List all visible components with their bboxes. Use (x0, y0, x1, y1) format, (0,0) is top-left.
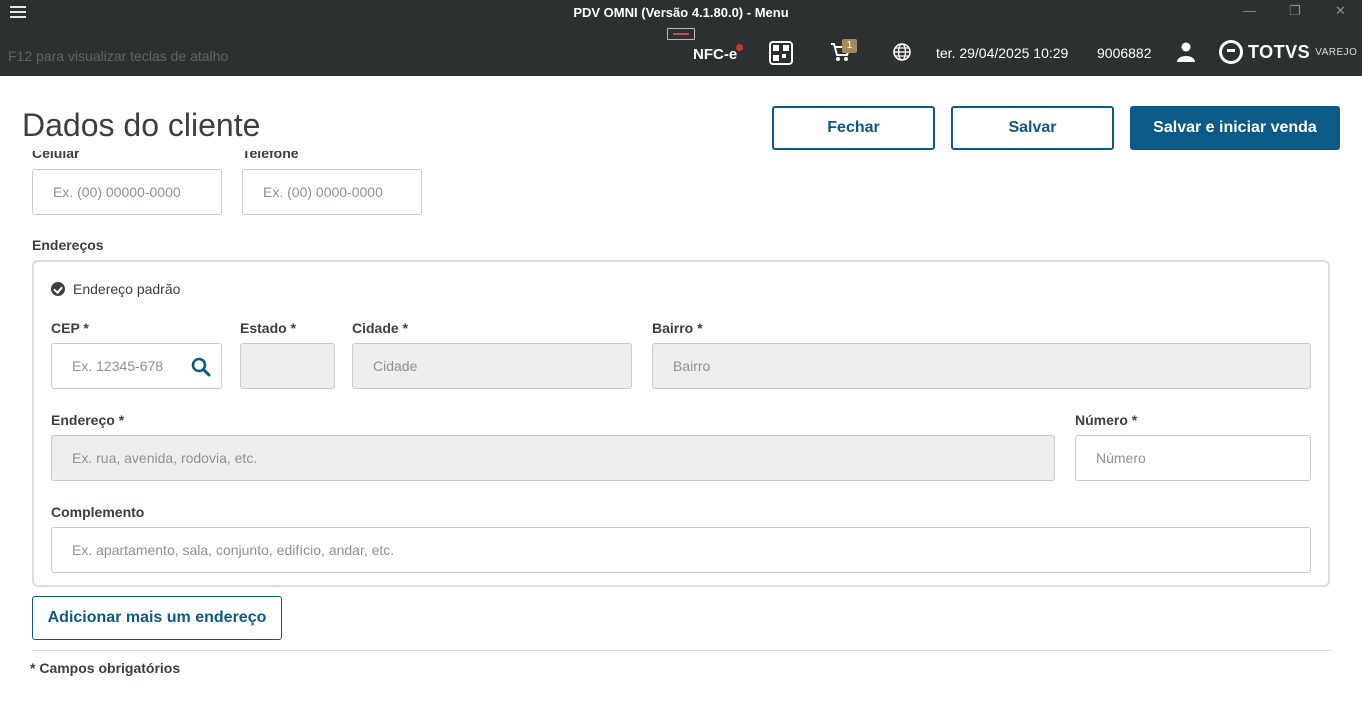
save-and-start-sale-button[interactable]: Salvar e iniciar venda (1130, 106, 1340, 150)
user-id: 9006882 (1097, 45, 1152, 61)
number-input[interactable]: Número (1075, 435, 1311, 481)
street-input[interactable]: Ex. rua, avenida, rodovia, etc. (51, 435, 1055, 481)
shortcut-hint: F12 para visualizar teclas de atalho (8, 48, 229, 64)
cep-label: CEP * (51, 320, 89, 336)
page-title: Dados do cliente (22, 107, 261, 143)
default-address-label: Endereço padrão (73, 281, 181, 297)
nfce-indicator[interactable]: NFC-e (693, 46, 737, 63)
street-label: Endereço * (51, 412, 125, 428)
user-icon[interactable] (1177, 42, 1195, 62)
maximize-button[interactable]: ❐ (1289, 3, 1301, 19)
save-button[interactable]: Salvar (951, 106, 1114, 150)
phone-label: Telefone (242, 145, 299, 161)
check-circle-icon (51, 282, 65, 296)
qr-code-icon[interactable] (769, 41, 793, 65)
nfce-status-dot (736, 44, 743, 51)
state-select[interactable] (240, 343, 335, 389)
add-address-button[interactable]: Adicionar mais um endereço (32, 596, 282, 640)
totvs-logo-icon (1219, 40, 1243, 64)
cart-count-badge: 1 (842, 39, 857, 53)
logo-subtext: VAREJO (1315, 46, 1358, 58)
search-icon[interactable] (191, 357, 211, 377)
minimize-button[interactable]: — (1243, 3, 1256, 18)
mobile-input[interactable]: Ex. (00) 00000-0000 (32, 169, 222, 215)
number-label: Número * (1075, 412, 1138, 428)
city-input[interactable]: Cidade (352, 343, 632, 389)
window-title: PDV OMNI (Versão 4.1.80.0) - Menu (573, 5, 789, 20)
addresses-section-label: Endereços (32, 237, 104, 253)
district-input[interactable]: Bairro (652, 343, 1311, 389)
title-bar: PDV OMNI (Versão 4.1.80.0) - Menu — ❐ ✕ … (0, 0, 1362, 76)
close-window-button[interactable]: ✕ (1335, 3, 1346, 19)
complement-label: Complemento (51, 504, 145, 520)
globe-icon[interactable] (893, 43, 911, 61)
required-fields-note: * Campos obrigatórios (30, 660, 181, 676)
complement-input[interactable]: Ex. apartamento, sala, conjunto, edifíci… (51, 527, 1311, 573)
district-label: Bairro * (652, 320, 703, 336)
datetime-display: ter. 29/04/2025 10:29 (936, 45, 1069, 61)
phone-input[interactable]: Ex. (00) 0000-0000 (242, 169, 422, 215)
totvs-logo: TOTVS VAREJO (1219, 40, 1357, 64)
city-label: Cidade * (352, 320, 409, 336)
usb-icon (667, 28, 695, 40)
divider (32, 650, 1332, 651)
mobile-label: Celular (32, 145, 80, 161)
logo-text: TOTVS (1248, 41, 1311, 62)
close-button[interactable]: Fechar (772, 106, 935, 150)
state-label: Estado * (240, 320, 297, 336)
